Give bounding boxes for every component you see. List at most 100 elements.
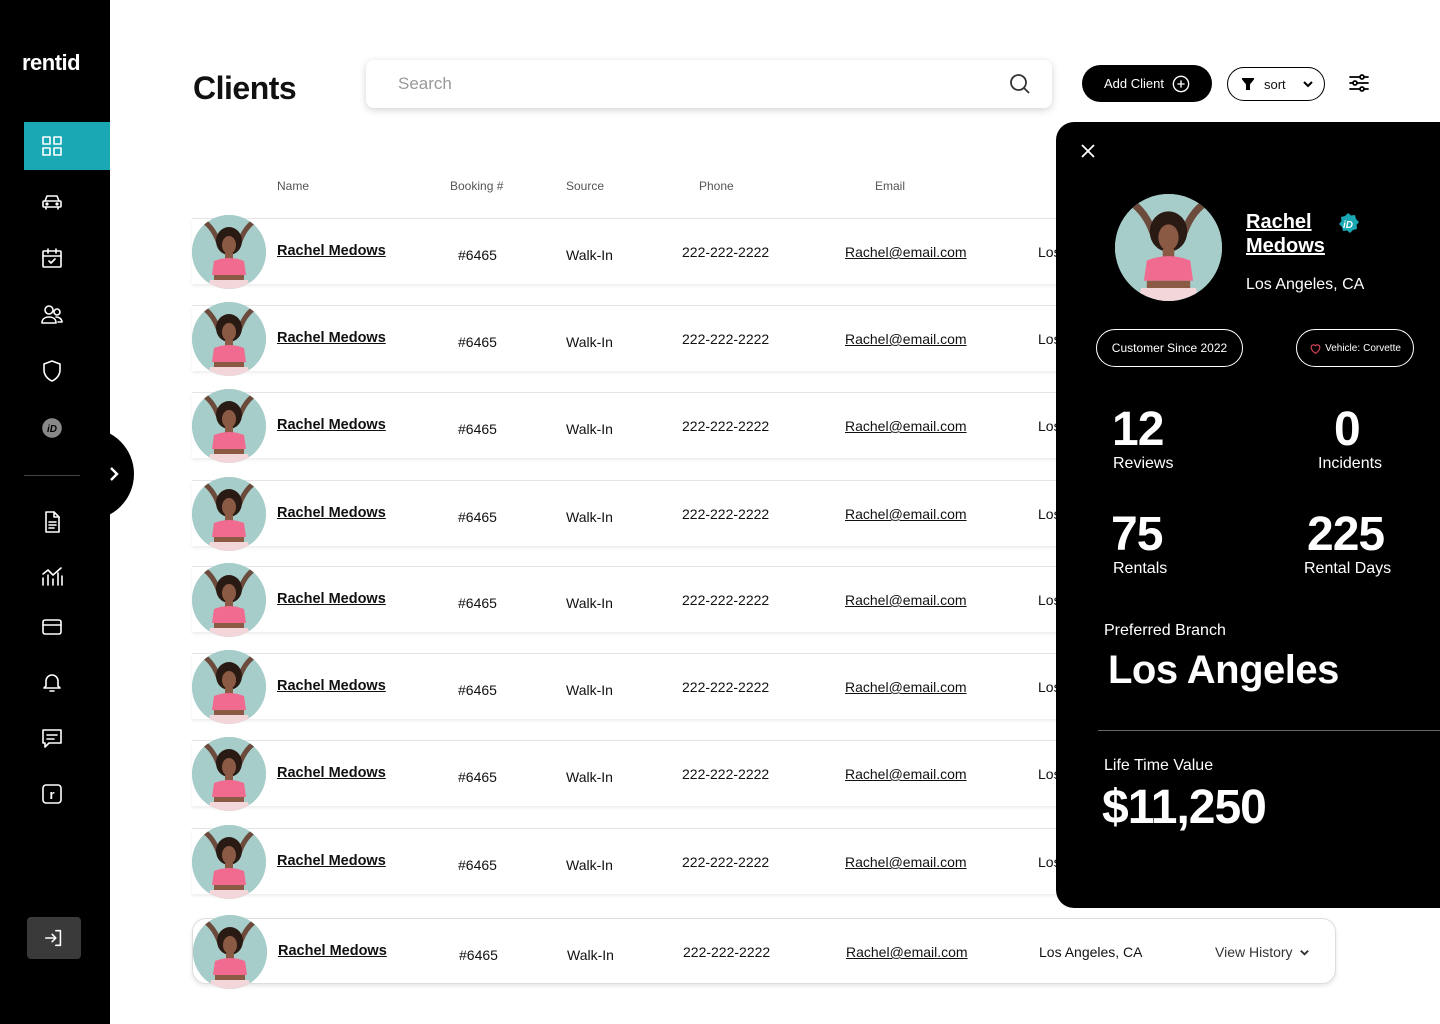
chevron-down-icon <box>1299 949 1309 956</box>
phone-number: 222-222-2222 <box>682 506 770 522</box>
booking-number: #6465 <box>458 421 497 437</box>
message-icon <box>42 729 62 748</box>
booking-source: Walk-In <box>566 247 613 263</box>
nav-rentid[interactable]: r <box>24 770 110 818</box>
nav-divider <box>24 475 80 476</box>
nav-bookings[interactable] <box>24 234 110 282</box>
booking-source: Walk-In <box>567 947 614 963</box>
wallet-card-icon <box>42 619 62 635</box>
nav-dashboard[interactable] <box>24 122 110 170</box>
rentals-label: Rentals <box>1113 560 1168 577</box>
car-icon <box>42 195 62 210</box>
column-header-phone[interactable]: Phone <box>699 179 734 193</box>
chevron-down-icon <box>1303 81 1313 88</box>
client-location: Los Angeles, CA <box>1039 944 1143 960</box>
search-bar[interactable] <box>366 60 1052 108</box>
sort-dropdown[interactable]: sort <box>1227 67 1325 101</box>
email-link[interactable]: Rachel@email.com <box>845 331 967 347</box>
page-title: Clients <box>193 70 297 106</box>
bell-icon <box>43 674 61 692</box>
rental-days-label: Rental Days <box>1304 560 1392 577</box>
phone-number: 222-222-2222 <box>682 854 770 870</box>
booking-source: Walk-In <box>566 857 613 873</box>
booking-source: Walk-In <box>566 595 613 611</box>
booking-number: #6465 <box>458 595 497 611</box>
svg-text:r: r <box>49 787 54 802</box>
client-name-link[interactable]: Rachel Medows <box>277 678 386 694</box>
booking-source: Walk-In <box>566 509 613 525</box>
search-input[interactable] <box>398 74 1008 94</box>
sidebar-collapse-toggle[interactable] <box>86 428 134 520</box>
email-link[interactable]: Rachel@email.com <box>845 679 967 695</box>
client-avatar <box>192 389 266 463</box>
rental-days-count: 225 <box>1307 508 1385 561</box>
client-name-link[interactable]: Rachel Medows <box>277 765 386 781</box>
close-panel-button[interactable] <box>1080 143 1096 159</box>
phone-number: 222-222-2222 <box>682 679 770 695</box>
nav-clients[interactable] <box>24 290 110 338</box>
client-avatar <box>192 302 266 376</box>
client-name-link[interactable]: Rachel Medows <box>277 505 386 521</box>
column-header-email[interactable]: Email <box>875 179 905 193</box>
client-name-link[interactable]: Rachel Medows <box>1246 210 1336 258</box>
column-header-name[interactable]: Name <box>277 179 309 193</box>
nav-payments[interactable] <box>24 603 110 651</box>
email-link[interactable]: Rachel@email.com <box>845 506 967 522</box>
dashboard-grid-icon <box>42 136 62 156</box>
nav-messages[interactable] <box>24 714 110 762</box>
client-avatar <box>1115 194 1222 301</box>
vehicle-badge: Vehicle: Corvette <box>1296 329 1414 367</box>
booking-number: #6465 <box>458 682 497 698</box>
booking-number: #6465 <box>458 509 497 525</box>
client-name-link[interactable]: Rachel Medows <box>277 243 386 259</box>
nav-insurance[interactable] <box>24 347 110 395</box>
users-icon <box>41 305 63 324</box>
id-badge-icon: iD <box>42 418 62 438</box>
email-link[interactable]: Rachel@email.com <box>845 766 967 782</box>
svg-text:iD: iD <box>47 424 57 435</box>
search-icon[interactable] <box>1008 72 1032 96</box>
vehicle-value: Corvette <box>1363 342 1401 354</box>
view-history-button[interactable]: View History <box>1215 944 1310 960</box>
logout-button[interactable] <box>27 917 81 959</box>
client-name-link[interactable]: Rachel Medows <box>277 853 386 869</box>
email-link[interactable]: Rachel@email.com <box>845 418 967 434</box>
client-avatar <box>192 215 266 289</box>
client-first-name: Rachel <box>1246 211 1312 233</box>
table-row[interactable]: Rachel Medows #6465 Walk-In 222-222-2222 Rac… <box>192 915 1336 989</box>
client-avatar <box>192 650 266 724</box>
client-name-link[interactable]: Rachel Medows <box>277 417 386 433</box>
shield-icon <box>43 360 61 382</box>
lifetime-value-amount: $11,250 <box>1102 781 1267 834</box>
booking-number: #6465 <box>458 769 497 785</box>
client-name-link[interactable]: Rachel Medows <box>277 330 386 346</box>
vehicle-label: Vehicle: <box>1325 342 1361 354</box>
phone-number: 222-222-2222 <box>682 331 770 347</box>
reviews-count: 12 <box>1112 403 1164 456</box>
client-name-link[interactable]: Rachel Medows <box>277 591 386 607</box>
add-client-button[interactable]: Add Client <box>1082 65 1212 102</box>
email-link[interactable]: Rachel@email.com <box>845 854 967 870</box>
email-link[interactable]: Rachel@email.com <box>845 592 967 608</box>
email-link[interactable]: Rachel@email.com <box>845 244 967 260</box>
nav-analytics[interactable] <box>24 552 110 600</box>
column-header-source[interactable]: Source <box>566 179 604 193</box>
panel-divider <box>1098 730 1440 731</box>
phone-number: 222-222-2222 <box>683 944 771 960</box>
preferred-branch-value: Los Angeles <box>1108 648 1339 692</box>
client-name-link[interactable]: Rachel Medows <box>278 943 387 959</box>
client-location: Los Angeles, CA <box>1246 276 1365 293</box>
client-avatar <box>192 737 266 811</box>
booking-source: Walk-In <box>566 334 613 350</box>
filter-settings-button[interactable] <box>1347 71 1371 95</box>
column-header-booking[interactable]: Booking # <box>450 179 503 193</box>
sort-label: sort <box>1264 76 1286 92</box>
email-link[interactable]: Rachel@email.com <box>846 944 968 960</box>
booking-number: #6465 <box>458 857 497 873</box>
nav-vehicles[interactable] <box>24 178 110 226</box>
nav-notifications[interactable] <box>24 658 110 706</box>
view-history-label: View History <box>1215 944 1293 960</box>
reviews-label: Reviews <box>1113 455 1174 472</box>
client-detail-panel: Rachel Medows iD Los Angeles, CA Custome… <box>1056 122 1440 908</box>
booking-source: Walk-In <box>566 769 613 785</box>
